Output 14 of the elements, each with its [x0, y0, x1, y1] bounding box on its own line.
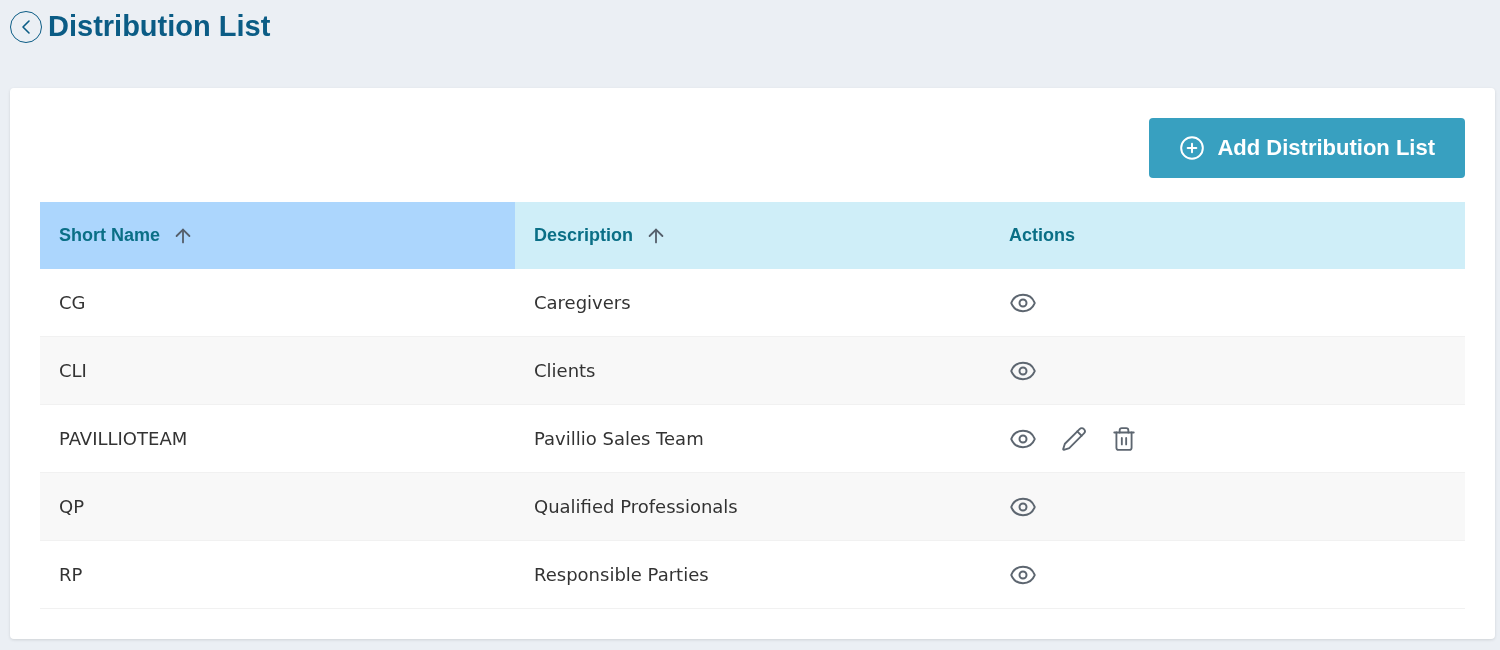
column-label: Description	[534, 225, 634, 246]
edit-pencil-icon[interactable]	[1061, 425, 1087, 452]
table-cell: CLI	[40, 337, 515, 405]
delete-trash-icon[interactable]	[1111, 425, 1137, 452]
table-cell: Qualified Professionals	[515, 473, 990, 541]
table-cell: QP	[40, 473, 515, 541]
page-title: Distribution List	[48, 10, 271, 43]
table-cell: Clients	[515, 337, 990, 405]
column-label: Actions	[1009, 225, 1075, 246]
plus-circle-icon	[1179, 135, 1206, 161]
column-header[interactable]: Short Name	[40, 202, 515, 269]
add-distribution-list-button[interactable]: Add Distribution List	[1149, 118, 1465, 178]
column-label: Short Name	[59, 225, 161, 246]
column-header[interactable]: Description	[515, 202, 990, 269]
